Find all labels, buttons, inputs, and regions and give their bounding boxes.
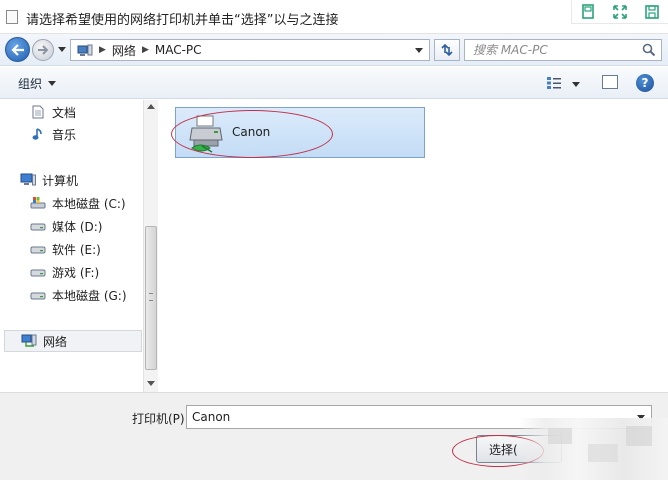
refresh-button[interactable] xyxy=(434,39,460,61)
nav-item-network[interactable]: 网络 xyxy=(4,330,142,352)
search-icon[interactable] xyxy=(642,43,656,57)
search-box[interactable] xyxy=(464,39,662,61)
window-controls xyxy=(571,0,668,24)
nav-pane-scrollbar[interactable] xyxy=(143,100,158,392)
drive-icon xyxy=(30,218,46,234)
pin-icon[interactable] xyxy=(572,0,604,24)
breadcrumb-separator-icon: ▶ xyxy=(141,45,149,55)
system-drive-icon xyxy=(30,195,46,211)
fullscreen-icon[interactable] xyxy=(604,0,636,24)
blur-patch xyxy=(548,428,572,444)
window-icon xyxy=(6,10,18,24)
refresh-icon xyxy=(441,43,453,57)
scrollbar-thumb[interactable] xyxy=(145,226,157,370)
view-options-icon[interactable] xyxy=(546,76,562,90)
blur-patch xyxy=(588,444,618,462)
navigation-bar: ▶ 网络 ▶ MAC-PC xyxy=(0,34,668,66)
nav-item-label: 本地磁盘 (C:) xyxy=(52,196,126,211)
history-dropdown-icon[interactable] xyxy=(58,47,66,52)
nav-item-label: 计算机 xyxy=(42,173,79,188)
forward-button[interactable] xyxy=(32,39,54,61)
navigation-pane: 文档 音乐 计算机 本地磁盘 (C:) 媒体 (D:) 软件 (E:) 游戏 (… xyxy=(0,100,158,392)
drive-icon xyxy=(30,287,46,303)
arrow-right-icon xyxy=(38,45,49,55)
file-list: Canon xyxy=(159,100,668,392)
nav-item-label: 媒体 (D:) xyxy=(52,219,103,234)
search-input[interactable] xyxy=(473,42,633,58)
command-toolbar: 组织 ? xyxy=(0,67,668,99)
nav-item-label: 游戏 (F:) xyxy=(52,265,100,280)
document-icon xyxy=(30,104,46,120)
view-dropdown-icon[interactable] xyxy=(572,82,580,87)
nav-item-label: 音乐 xyxy=(52,127,77,142)
address-dropdown-icon[interactable] xyxy=(415,48,423,53)
printer-field-label: 打印机(P): xyxy=(132,412,189,426)
help-icon[interactable]: ? xyxy=(636,74,654,92)
nav-item-label: 本地磁盘 (G:) xyxy=(52,288,127,303)
nav-item-label: 文档 xyxy=(52,105,77,120)
annotation-ellipse xyxy=(171,110,333,158)
address-bar[interactable]: ▶ 网络 ▶ MAC-PC xyxy=(70,39,430,61)
chevron-down-icon xyxy=(48,81,57,86)
breadcrumb-separator-icon: ▶ xyxy=(99,45,106,55)
breadcrumb-network[interactable]: 网络 xyxy=(112,42,136,59)
watermark-blur xyxy=(518,418,668,480)
back-button[interactable] xyxy=(5,37,30,62)
network-icon xyxy=(21,333,37,349)
blur-patch xyxy=(626,426,652,446)
nav-item-computer[interactable]: 计算机 xyxy=(20,170,162,190)
window-title: 请选择希望使用的网络打印机并单击“选择”以与之连接 xyxy=(26,13,339,28)
organize-button[interactable]: 组织 xyxy=(18,75,57,92)
breadcrumb-computer[interactable]: MAC-PC xyxy=(155,43,202,57)
nav-item-label: 软件 (E:) xyxy=(52,242,101,257)
printer-combobox-value: Canon xyxy=(192,410,231,424)
nav-item-label: 网络 xyxy=(43,334,68,349)
grip-icon xyxy=(149,293,153,301)
organize-label: 组织 xyxy=(18,77,43,91)
computer-icon xyxy=(20,172,36,188)
scroll-up-icon[interactable] xyxy=(147,104,155,109)
drive-icon xyxy=(30,264,46,280)
arrow-left-icon xyxy=(10,43,24,56)
title-bar: 请选择希望使用的网络打印机并单击“选择”以与之连接 xyxy=(0,0,668,34)
scroll-down-icon[interactable] xyxy=(147,381,155,386)
drive-icon xyxy=(30,241,46,257)
network-folder-icon xyxy=(77,44,93,56)
preview-pane-icon[interactable] xyxy=(602,75,618,89)
save-icon[interactable] xyxy=(636,0,668,24)
music-note-icon xyxy=(30,126,46,142)
